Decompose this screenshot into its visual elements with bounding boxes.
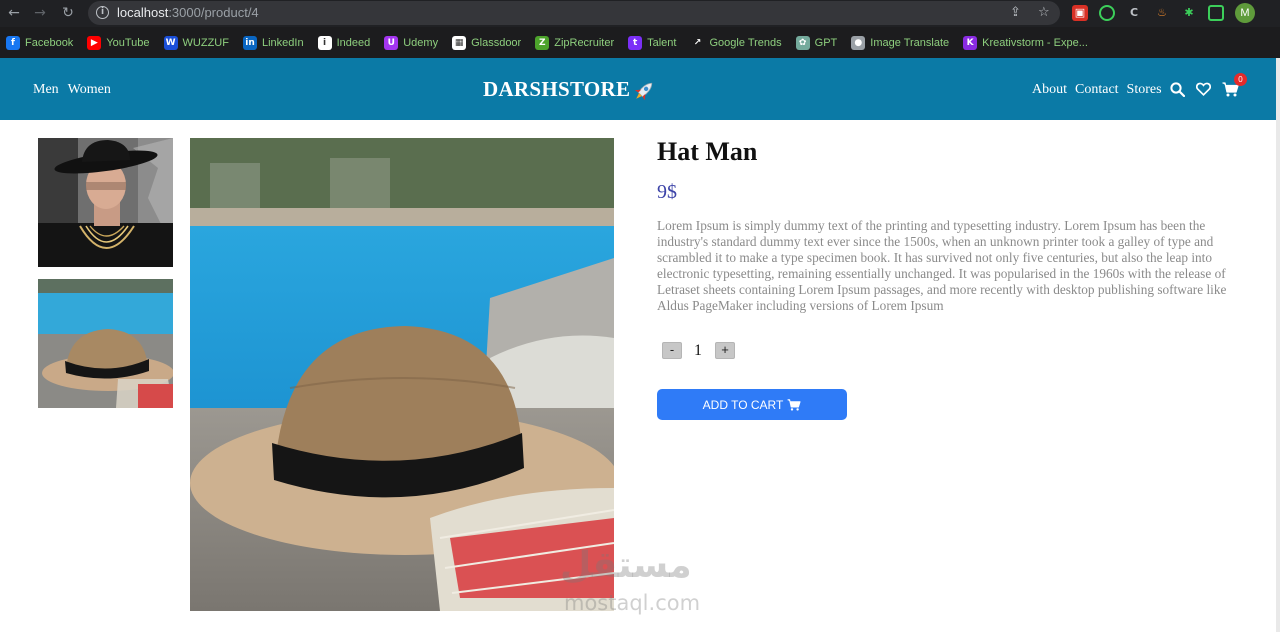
bookmark-item[interactable]: ✿ GPT [795, 35, 838, 50]
rocket-icon [634, 82, 653, 101]
bookmark-label: Kreativstorm - Expe... [982, 36, 1088, 49]
bookmark-label: YouTube [106, 36, 150, 49]
product-main-image [190, 138, 614, 611]
bookmark-item[interactable]: ▦ Glassdoor [452, 35, 522, 50]
bookmark-label: Facebook [25, 36, 74, 49]
bookmark-label: Google Trends [709, 36, 782, 49]
cart-count-badge: 0 [1234, 73, 1247, 86]
straw-hat-thumbnail-image [38, 279, 173, 408]
talent-icon: t [628, 35, 643, 50]
straw-hat-image [190, 138, 614, 611]
linkedin-icon: in [242, 35, 257, 50]
scrollbar[interactable] [1276, 58, 1280, 632]
bookmark-label: GPT [814, 36, 838, 49]
bookmarks-bar: f Facebook ▶ YouTube W WUZZUF in LinkedIn i Indee… [0, 27, 1280, 58]
bookmark-item[interactable]: t Talent [628, 35, 677, 50]
facebook-icon: f [6, 35, 20, 50]
youtube-icon: ▶ [87, 35, 102, 50]
bookmark-label: WUZZUF [182, 36, 229, 49]
bookmark-star-icon[interactable]: ☆ [1038, 5, 1050, 20]
bookmark-label: Udemy [403, 36, 439, 49]
nav-right: About Contact Stores [1032, 82, 1162, 98]
nav-link-stores[interactable]: Stores [1127, 82, 1162, 98]
back-icon[interactable]: ← [5, 4, 23, 22]
product-description: Lorem Ipsum is simply dummy text of the … [657, 218, 1227, 313]
bookmark-label: Glassdoor [471, 36, 522, 49]
extension-icon[interactable]: ♨ [1154, 5, 1170, 21]
nav-link-women[interactable]: Women [68, 82, 111, 98]
kreativstorm-icon: K [963, 35, 978, 50]
gpt-icon: ✿ [795, 35, 810, 50]
add-to-cart-button[interactable]: ADD TO CART [657, 389, 847, 420]
forward-icon[interactable]: → [31, 4, 49, 22]
watermark-latin: mostaql.com [564, 591, 701, 615]
bookmark-label: Indeed [336, 36, 371, 49]
quantity-value: 1 [694, 342, 702, 359]
google-trends-icon: ↗ [690, 35, 705, 50]
brand-logo[interactable]: DARSHSTORE [483, 77, 630, 102]
bookmark-label: LinkedIn [261, 36, 304, 49]
indeed-icon: i [317, 35, 332, 50]
nav-link-men[interactable]: Men [33, 82, 59, 98]
share-icon[interactable]: ⇪ [1010, 5, 1021, 20]
bookmark-item[interactable]: W WUZZUF [163, 35, 229, 50]
reload-icon[interactable]: ↻ [59, 4, 77, 22]
address-bar[interactable]: i localhost:3000/product/4 ⇪ ☆ [88, 1, 1060, 25]
watermark-arabic: مستقل [560, 545, 692, 586]
ziprecruiter-icon: Z [535, 35, 550, 50]
product-price: 9$ [657, 181, 677, 203]
udemy-icon: U [384, 35, 399, 50]
glassdoor-icon: ▦ [452, 35, 467, 50]
extensions-puzzle-icon[interactable]: ✱ [1181, 5, 1197, 21]
bookmark-item[interactable]: K Kreativstorm - Expe... [963, 35, 1088, 50]
heart-icon[interactable] [1196, 82, 1211, 96]
add-to-cart-label: ADD TO CART [702, 397, 784, 412]
search-icon[interactable] [1170, 82, 1185, 97]
profile-avatar[interactable]: M [1235, 3, 1255, 23]
bookmark-item[interactable]: ▶ YouTube [87, 35, 150, 50]
bookmark-item[interactable]: i Indeed [317, 35, 371, 50]
bookmark-item[interactable]: ↗ Google Trends [690, 35, 782, 50]
site-info-icon[interactable]: i [96, 6, 109, 19]
nav-link-contact[interactable]: Contact [1075, 82, 1119, 98]
browser-toolbar: ← → ↻ i localhost:3000/product/4 ⇪ ☆ ▣ C… [0, 0, 1280, 27]
nav-link-about[interactable]: About [1032, 82, 1067, 98]
extension-icon[interactable] [1099, 5, 1115, 21]
bookmark-label: ZipRecruiter [554, 36, 615, 49]
bookmark-label: Image Translate [870, 36, 950, 49]
side-panel-icon[interactable] [1208, 5, 1224, 21]
extension-icon[interactable]: ▣ [1072, 5, 1088, 21]
cart-icon [787, 398, 801, 411]
product-thumbnail-man[interactable] [38, 138, 173, 267]
bookmark-item[interactable]: U Udemy [384, 35, 439, 50]
quantity-decrement-button[interactable]: - [662, 342, 682, 359]
extension-icon[interactable]: C [1126, 5, 1142, 21]
product-title: Hat Man [657, 137, 758, 166]
product-thumbnail-hat[interactable] [38, 279, 173, 408]
bookmark-item[interactable]: ● Image Translate [851, 35, 950, 50]
image-translate-icon: ● [851, 35, 866, 50]
bookmark-label: Talent [647, 36, 677, 49]
quantity-increment-button[interactable]: + [715, 342, 735, 359]
bookmark-item[interactable]: Z ZipRecruiter [535, 35, 615, 50]
url-text: localhost:3000/product/4 [117, 5, 259, 20]
bookmark-item[interactable]: in LinkedIn [242, 35, 304, 50]
bookmark-item[interactable]: f Facebook [6, 35, 74, 50]
nav-left: Men Women [33, 82, 111, 98]
wuzzuf-icon: W [163, 35, 178, 50]
man-with-hat-image [38, 138, 173, 267]
